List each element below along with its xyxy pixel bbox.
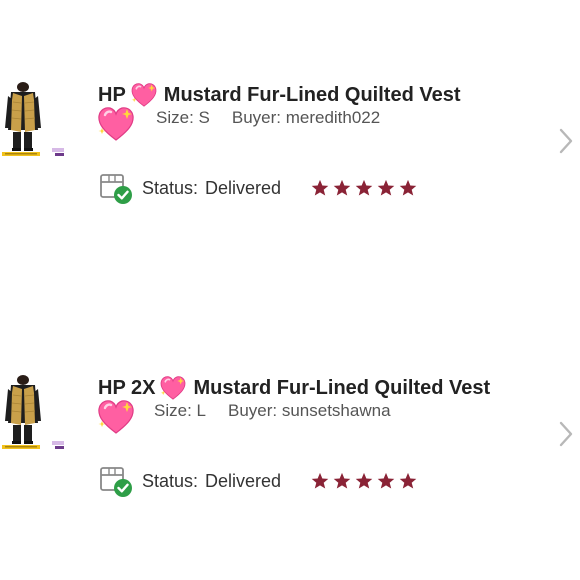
delivered-box-icon (98, 464, 134, 498)
status-value: Delivered (205, 470, 282, 491)
star-icon (311, 179, 329, 197)
star-icon (355, 179, 373, 197)
chevron-right-icon[interactable] (558, 128, 574, 154)
size-label: Size: S (156, 108, 210, 127)
status-row: Status: Delivered (98, 172, 421, 204)
star-icon (355, 472, 373, 490)
buyer-label: Buyer: sunsetshawna (227, 401, 391, 420)
order-meta: Size: L Buyer: sunsetshawna (154, 401, 391, 421)
sparkling-heart-icon (159, 374, 187, 402)
star-icon (399, 179, 417, 197)
sparkling-heart-icon (96, 104, 136, 144)
order-card[interactable]: HP 2X Mustard Fur-Lined Quilted Vest Siz… (0, 365, 580, 515)
rating-stars (311, 179, 421, 197)
product-thumbnail[interactable] (2, 375, 70, 453)
sparkling-heart-icon (96, 397, 136, 437)
listing-title-text: Mustard Fur-Lined Quilted Vest (163, 83, 461, 106)
star-icon (333, 472, 351, 490)
size-label: Size: L (154, 401, 206, 420)
status-row: Status: Delivered (98, 465, 421, 497)
star-icon (399, 472, 417, 490)
listing-title[interactable]: HP 2X Mustard Fur-Lined Quilted Vest (98, 371, 490, 405)
listing-title[interactable]: HP Mustard Fur-Lined Quilted Vest (98, 78, 461, 112)
star-icon (377, 472, 395, 490)
star-icon (377, 179, 395, 197)
status-value: Delivered (205, 177, 282, 198)
order-meta: Size: S Buyer: meredith022 (156, 108, 380, 128)
star-icon (333, 179, 351, 197)
listing-title-text: Mustard Fur-Lined Quilted Vest (193, 376, 491, 399)
buyer-label: Buyer: meredith022 (231, 108, 381, 127)
star-icon (311, 472, 329, 490)
rating-stars (311, 472, 421, 490)
product-thumbnail[interactable] (2, 82, 70, 160)
chevron-right-icon[interactable] (558, 421, 574, 447)
delivered-box-icon (98, 171, 134, 205)
order-card[interactable]: HP Mustard Fur-Lined Quilted Vest Size: … (0, 72, 580, 222)
status-label: Status: (142, 177, 199, 198)
status-label: Status: (142, 470, 199, 491)
